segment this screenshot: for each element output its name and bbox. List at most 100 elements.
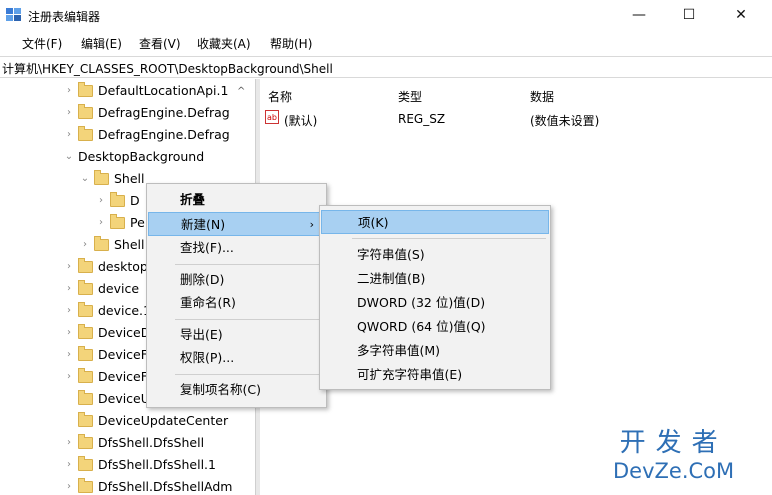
minimize-button[interactable]: — xyxy=(616,0,662,30)
menu-separator xyxy=(175,374,322,375)
tree-item-label: Pe xyxy=(130,215,145,230)
column-header-data[interactable]: 数据 xyxy=(530,88,554,105)
tree-item-label: desktop xyxy=(98,259,148,274)
chevron-right-icon[interactable]: › xyxy=(64,256,74,278)
tree-item-label: DeviceD xyxy=(98,325,151,340)
menu-help[interactable]: 帮助(H) xyxy=(270,35,312,52)
folder-icon xyxy=(78,434,93,449)
folder-icon xyxy=(78,390,93,405)
folder-icon xyxy=(110,214,125,229)
tree-item-label: Shell xyxy=(114,237,145,252)
tree-item-label: DfsShell.DfsShellAdm xyxy=(98,479,233,494)
chevron-right-icon[interactable]: › xyxy=(96,212,106,234)
submenu-dword-value[interactable]: DWORD (32 位)值(D) xyxy=(321,291,549,315)
menu-copy-key-name[interactable]: 复制项名称(C) xyxy=(148,378,325,402)
menu-find[interactable]: 查找(F)... xyxy=(148,236,325,260)
scroll-up-icon[interactable]: ^ xyxy=(237,86,245,97)
menu-delete[interactable]: 删除(D) xyxy=(148,268,325,292)
submenu-multi-string-value[interactable]: 多字符串值(M) xyxy=(321,339,549,363)
folder-icon xyxy=(78,82,93,97)
menu-new[interactable]: 新建(N) › xyxy=(148,212,325,236)
folder-icon xyxy=(78,456,93,471)
value-data: (数值未设置) xyxy=(530,114,600,128)
chevron-right-icon[interactable] xyxy=(64,410,74,432)
menu-export[interactable]: 导出(E) xyxy=(148,323,325,347)
title-bar: 注册表编辑器 — ☐ ✕ xyxy=(0,0,772,30)
chevron-right-icon[interactable]: › xyxy=(64,80,74,102)
menu-permissions[interactable]: 权限(P)... xyxy=(148,346,325,370)
address-bar[interactable]: 计算机\HKEY_CLASSES_ROOT\DesktopBackground\… xyxy=(0,56,772,78)
window-title: 注册表编辑器 xyxy=(28,10,101,24)
chevron-right-icon[interactable]: › xyxy=(64,322,74,344)
maximize-button[interactable]: ☐ xyxy=(666,0,712,30)
context-menu: 折叠 新建(N) › 查找(F)... 删除(D) 重命名(R) 导出(E) 权… xyxy=(146,183,327,408)
tree-item-label: DfsShell.DfsShell xyxy=(98,435,205,450)
menu-favorites[interactable]: 收藏夹(A) xyxy=(197,35,251,52)
column-header-type[interactable]: 类型 xyxy=(398,88,422,105)
folder-icon xyxy=(94,236,109,251)
submenu-qword-value[interactable]: QWORD (64 位)值(Q) xyxy=(321,315,549,339)
tree-item-label: D xyxy=(130,193,140,208)
address-path[interactable]: 计算机\HKEY_CLASSES_ROOT\DesktopBackground\… xyxy=(2,60,333,77)
chevron-right-icon[interactable] xyxy=(64,388,74,410)
tree-item-label: DefaultLocationApi.1 xyxy=(98,83,229,98)
menu-rename[interactable]: 重命名(R) xyxy=(148,291,325,315)
tree-item[interactable]: › DfsShell.DfsShell.1 xyxy=(0,454,255,476)
tree-item[interactable]: › DfsShell.DfsShell xyxy=(0,432,255,454)
chevron-right-icon[interactable]: › xyxy=(64,432,74,454)
submenu-expandable-string-value[interactable]: 可扩充字符串值(E) xyxy=(321,363,549,387)
menu-separator xyxy=(175,319,322,320)
folder-icon xyxy=(78,412,93,427)
value-type: REG_SZ xyxy=(398,112,446,126)
menu-view[interactable]: 查看(V) xyxy=(139,35,181,52)
chevron-right-icon[interactable]: › xyxy=(64,344,74,366)
folder-icon xyxy=(110,192,125,207)
chevron-right-icon[interactable]: › xyxy=(64,300,74,322)
folder-icon xyxy=(78,368,93,383)
chevron-right-icon: › xyxy=(309,218,314,231)
menu-file[interactable]: 文件(F) xyxy=(22,35,62,52)
folder-icon xyxy=(78,478,93,493)
tree-item[interactable]: › DefaultLocationApi.1 xyxy=(0,80,255,102)
submenu-binary-value[interactable]: 二进制值(B) xyxy=(321,267,549,291)
tree-item-label: DefragEngine.Defrag xyxy=(98,105,230,120)
close-button[interactable]: ✕ xyxy=(718,0,764,30)
folder-icon xyxy=(78,302,93,317)
chevron-down-icon[interactable]: ⌄ xyxy=(80,168,90,190)
chevron-right-icon[interactable]: › xyxy=(64,102,74,124)
folder-icon xyxy=(78,104,93,119)
tree-item-label: DeviceF xyxy=(98,369,148,384)
value-name[interactable]: (默认) xyxy=(284,112,317,129)
tree-item[interactable]: › DefragEngine.Defrag xyxy=(0,102,255,124)
tree-item[interactable]: DeviceUpdateCenter xyxy=(0,410,255,432)
menu-collapse[interactable]: 折叠 xyxy=(148,188,325,212)
string-value-icon: ab xyxy=(265,110,279,124)
watermark-line1: 开发者 xyxy=(619,428,728,458)
folder-icon xyxy=(78,280,93,295)
menu-bar: 文件(F) 编辑(E) 查看(V) 收藏夹(A) 帮助(H) xyxy=(0,33,772,53)
chevron-right-icon[interactable]: › xyxy=(64,366,74,388)
tree-item[interactable]: › DfsShell.DfsShellAdm xyxy=(0,476,255,495)
folder-icon xyxy=(78,126,93,141)
column-header-name[interactable]: 名称 xyxy=(268,88,292,105)
chevron-right-icon[interactable]: › xyxy=(64,454,74,476)
chevron-right-icon[interactable]: › xyxy=(80,234,90,256)
chevron-right-icon[interactable]: › xyxy=(96,190,106,212)
chevron-right-icon[interactable]: › xyxy=(64,278,74,300)
folder-icon xyxy=(78,324,93,339)
tree-item-label: device.1 xyxy=(98,303,151,318)
regedit-icon xyxy=(6,8,21,21)
tree-item-label: DesktopBackground xyxy=(78,149,205,164)
chevron-right-icon[interactable]: › xyxy=(64,124,74,146)
submenu-string-value[interactable]: 字符串值(S) xyxy=(321,243,549,267)
folder-icon xyxy=(78,258,93,273)
tree-item-label: DfsShell.DfsShell.1 xyxy=(98,457,216,472)
chevron-right-icon[interactable]: › xyxy=(64,476,74,495)
tree-item-label: DefragEngine.Defrag xyxy=(98,127,230,142)
menu-separator xyxy=(352,238,546,239)
tree-item[interactable]: ⌄ DesktopBackground xyxy=(0,146,255,168)
chevron-down-icon[interactable]: ⌄ xyxy=(64,146,74,168)
tree-item[interactable]: › DefragEngine.Defrag xyxy=(0,124,255,146)
menu-edit[interactable]: 编辑(E) xyxy=(81,35,122,52)
submenu-key[interactable]: 项(K) xyxy=(321,210,549,234)
